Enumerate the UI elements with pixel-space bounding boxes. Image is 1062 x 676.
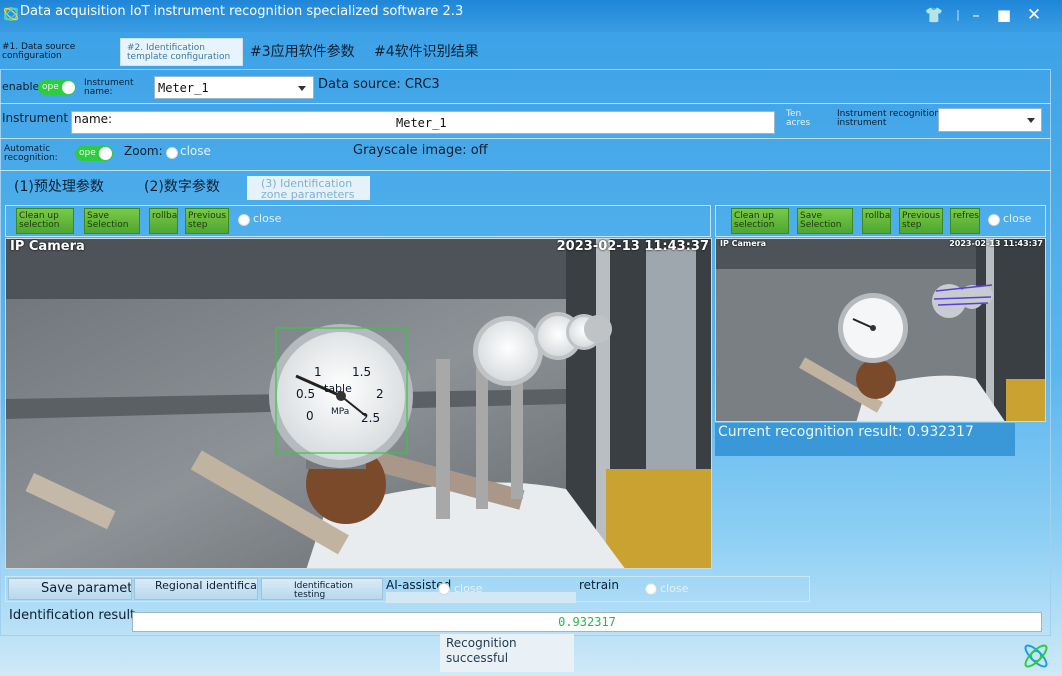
minimize-icon[interactable]: – (964, 5, 988, 25)
left-close-label: close (253, 212, 282, 225)
right-camera-image (716, 239, 1045, 421)
clean-up-selection-button[interactable]: Clean up selection (16, 208, 74, 234)
zoom-label: Zoom: (124, 144, 163, 158)
regional-identification-button[interactable]: Regional identification (134, 578, 258, 600)
subtab-label: (2)数字参数 (144, 179, 220, 195)
zoom-value: close (180, 144, 211, 158)
retrain-label: retrain (579, 578, 619, 592)
grayscale-text: Grayscale image: off (353, 143, 488, 158)
gauge-tick-2: 2 (376, 387, 384, 401)
right-camera-view[interactable]: IP Camera 2023-02-13 11:43:37 (715, 238, 1046, 422)
identification-result-field: 0.932317 (132, 612, 1042, 632)
divider (0, 170, 1051, 171)
close-icon[interactable]: ✕ (1022, 5, 1046, 25)
app-corner-logo-icon (1024, 644, 1048, 668)
name-label: name: (74, 112, 113, 126)
right-previous-step-button[interactable]: Previous step (899, 208, 943, 234)
subtab-label: (3) Identification zone parameters (261, 177, 355, 201)
subtab-label: (1)预处理参数 (14, 179, 104, 195)
zoom-radio[interactable] (166, 147, 178, 159)
gauge-unit: MPa (331, 407, 350, 417)
right-close-radio[interactable] (988, 214, 1000, 226)
gauge-tick-2-5: 2.5 (361, 411, 381, 425)
tab-label: #1. Data source configuration (2, 42, 76, 61)
automatic-recognition-label: Automatic recognition: (4, 144, 58, 163)
maximize-icon[interactable]: ■ (992, 5, 1016, 25)
refresh-button[interactable]: refresh (950, 208, 980, 234)
right-save-selection-button[interactable]: Save Selection (797, 208, 853, 234)
tab-data-source-configuration[interactable]: #1. Data source configuration (2, 38, 114, 66)
instrument-label: Instrument (2, 111, 69, 125)
identification-testing-button[interactable]: Identification testing (261, 578, 383, 600)
gauge-tick-0: 0 (306, 409, 314, 423)
status-message: Recognition successful (440, 634, 574, 672)
divider (0, 103, 1051, 104)
retrain-value: close (660, 582, 689, 595)
automatic-recognition-toggle[interactable]: ope (75, 146, 113, 161)
gauge-tick-0-5: 0.5 (296, 387, 316, 401)
tab-application-parameters[interactable]: #3应用软件参数 (250, 38, 370, 66)
save-selection-button[interactable]: Save Selection (84, 208, 140, 234)
gauge-word: table (324, 382, 352, 395)
enable-toggle[interactable]: ope (38, 80, 76, 95)
ai-assisted-radio[interactable] (438, 583, 450, 595)
instrument-name-label: Instrument name: (84, 78, 134, 97)
instrument-select-value: Meter_1 (158, 81, 209, 95)
right-close-label: close (1003, 212, 1032, 225)
tab-recognition-results[interactable]: #4软件识别结果 (374, 38, 494, 66)
save-parameters-button[interactable]: Save parameters (8, 578, 132, 600)
right-camera-label: IP Camera (720, 239, 766, 248)
right-clean-up-selection-button[interactable]: Clean up selection (731, 208, 789, 234)
recognition-type-select[interactable] (938, 108, 1042, 132)
instrument-select[interactable]: Meter_1 (154, 76, 314, 99)
right-rollback-button[interactable]: rollback (862, 208, 891, 234)
tab-label: #2. Identification template configuratio… (127, 43, 231, 62)
identification-result-label: Identification result: (9, 608, 140, 623)
left-camera-image (6, 239, 711, 568)
chevron-down-icon (298, 86, 306, 91)
retrain-radio[interactable] (645, 583, 657, 595)
instrument-name-input[interactable]: name: Meter_1 (71, 111, 775, 134)
left-camera-timestamp: 2023-02-13 11:43:37 (556, 239, 709, 254)
chevron-down-icon (1027, 118, 1035, 123)
tab-label: #4软件识别结果 (374, 44, 479, 60)
tab-identification-template-configuration[interactable]: #2. Identification template configuratio… (120, 38, 243, 66)
ai-assisted-value: close (454, 582, 483, 595)
data-source-text: Data source: CRC3 (318, 77, 440, 92)
right-camera-timestamp: 2023-02-13 11:43:37 (949, 239, 1043, 248)
previous-step-button[interactable]: Previous step (185, 208, 229, 234)
left-close-radio[interactable] (238, 214, 250, 226)
rollback-button[interactable]: rollback (149, 208, 178, 234)
current-recognition-result: Current recognition result: 0.932317 (715, 423, 1015, 456)
tab-label: #3应用软件参数 (250, 44, 355, 60)
gauge-tick-1-5: 1.5 (352, 365, 372, 379)
skin-shirt-icon[interactable]: 👕 (922, 5, 946, 25)
gauge-tick-1: 1 (314, 365, 322, 379)
left-camera-label: IP Camera (10, 239, 85, 254)
name-value: Meter_1 (396, 116, 447, 130)
subtab-identification-zone[interactable]: (3) Identification zone parameters (247, 176, 370, 200)
enable-label: enable (2, 80, 40, 93)
subtab-preprocessing[interactable]: (1)预处理参数 (14, 176, 140, 200)
subtab-digital[interactable]: (2)数字参数 (144, 176, 244, 200)
ten-acres-label: Ten acres (786, 109, 811, 128)
left-camera-view[interactable]: 1 1.5 0.5 2 0 2.5 table MPa IP Camera 20… (5, 238, 712, 569)
divider (0, 138, 1051, 139)
app-logo-icon (3, 7, 19, 21)
window-title: Data acquisition IoT instrument recognit… (20, 4, 464, 19)
